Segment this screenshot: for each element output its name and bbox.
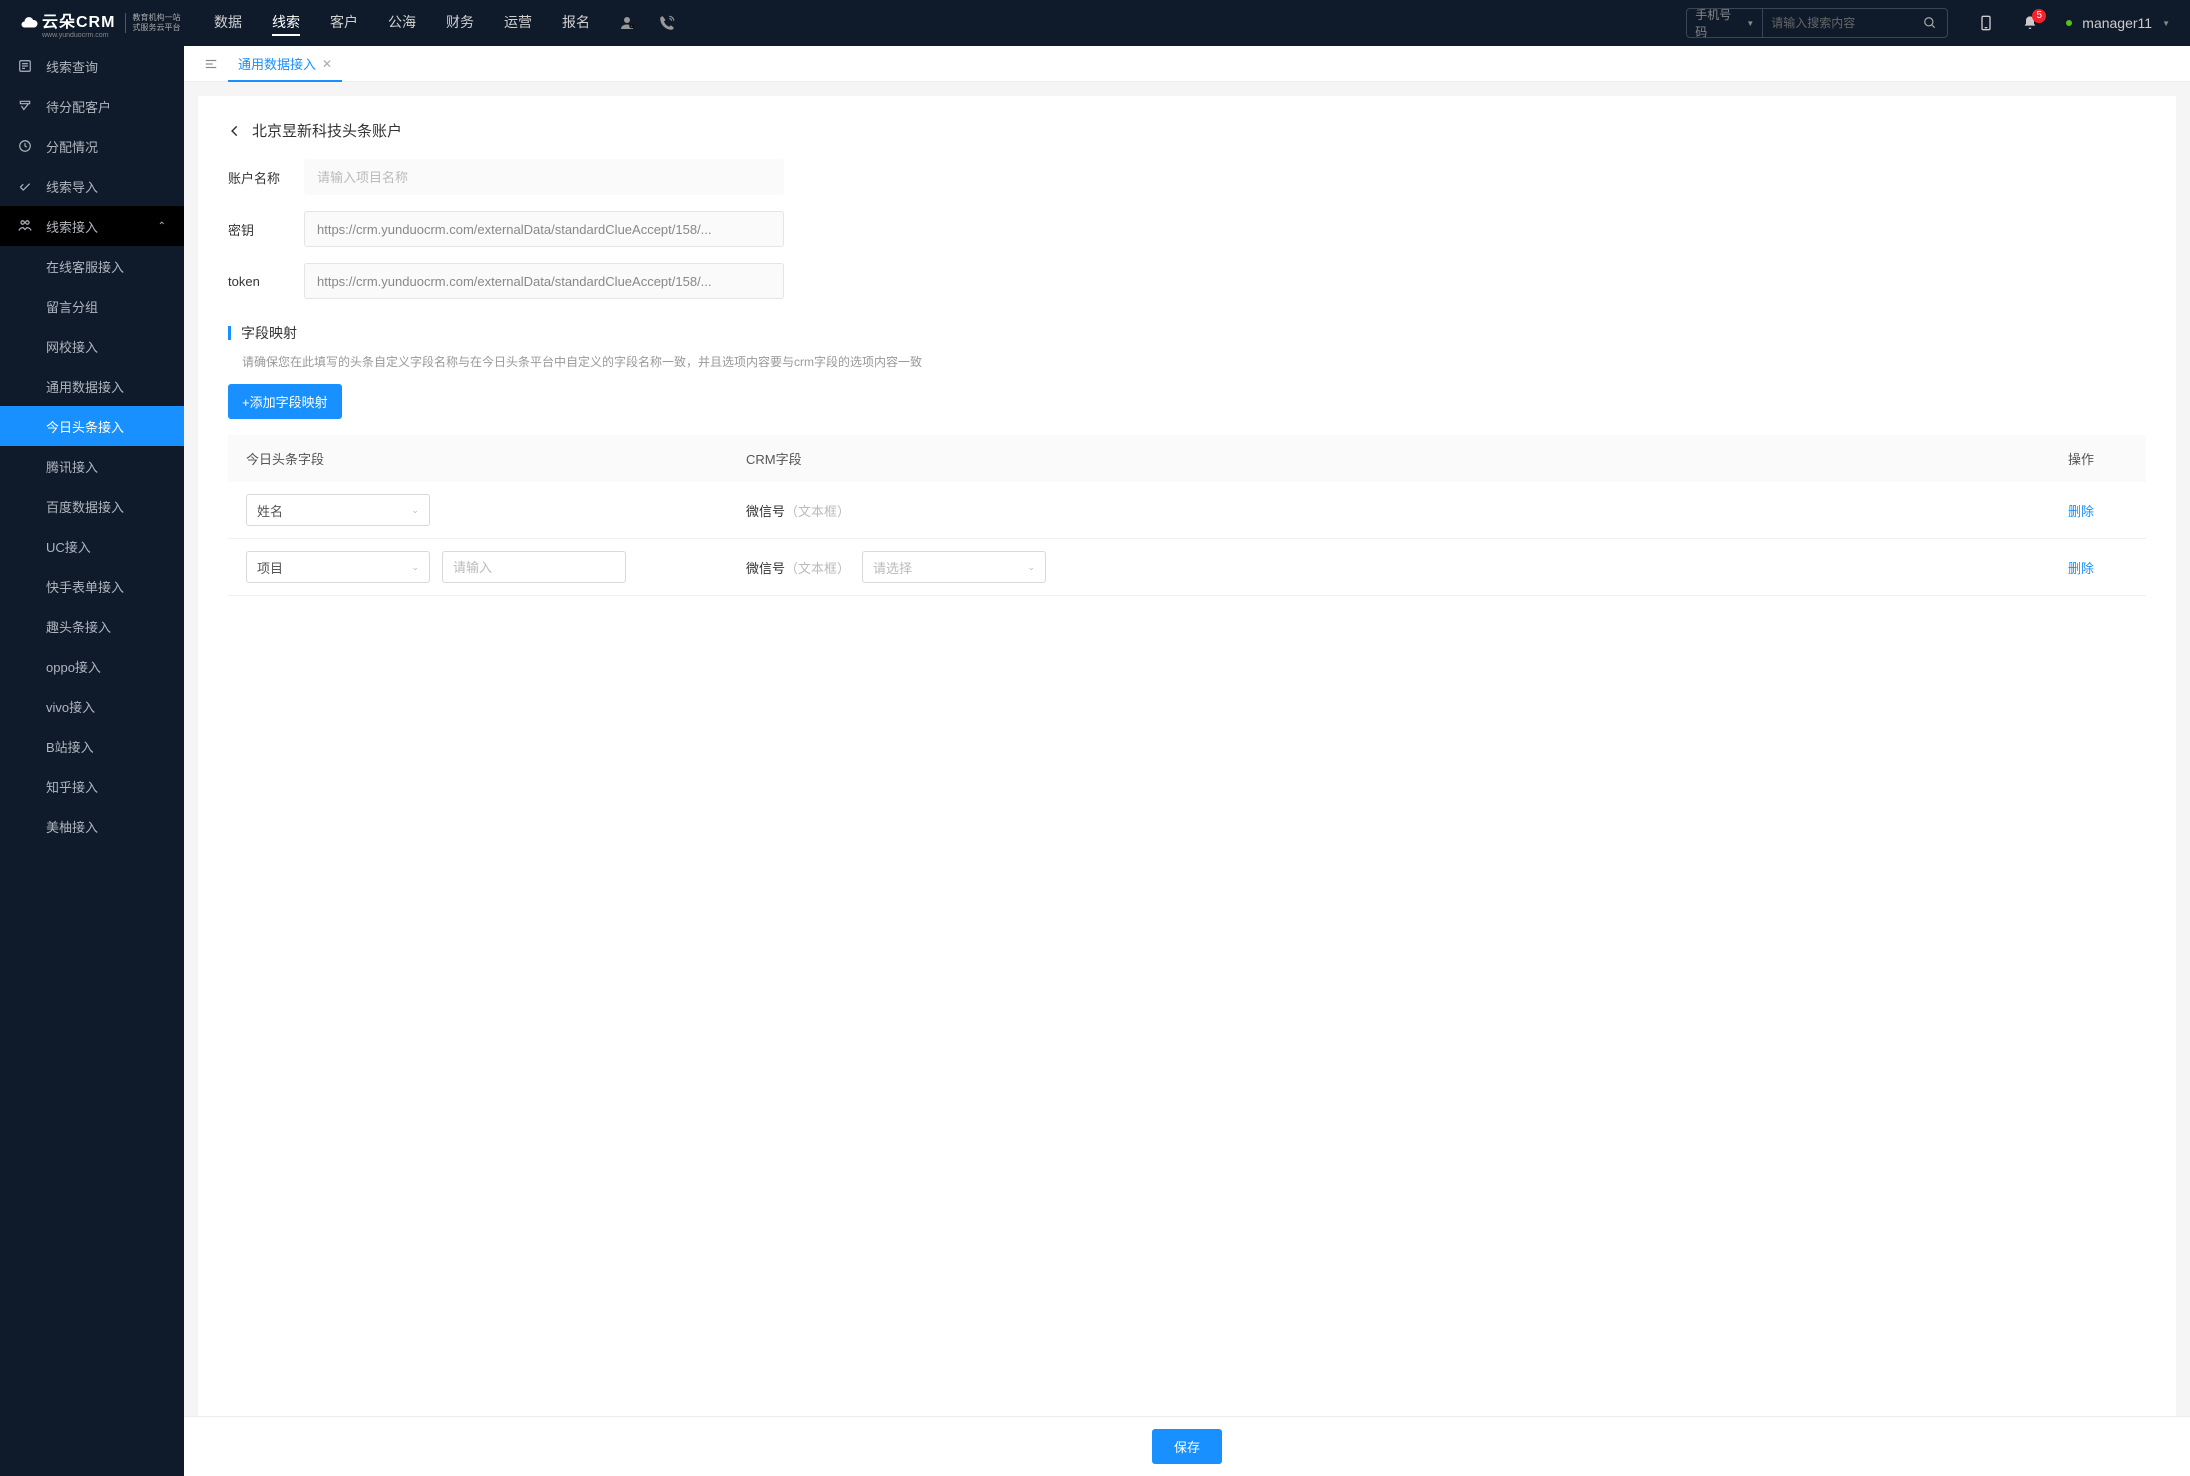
chevron-down-icon: ▼: [2162, 19, 2170, 28]
chevron-down-icon: ⌄: [411, 562, 419, 573]
chevron-left-icon: [228, 124, 242, 138]
sidebar-sub-item[interactable]: UC接入: [0, 526, 184, 566]
logo-url: www.yunduocrm.com: [42, 32, 115, 39]
bell-icon[interactable]: 5: [2022, 15, 2038, 31]
table-row: 项目⌄ 微信号（文本框） 请选择⌄ 删除: [228, 539, 2146, 596]
nav-item[interactable]: 客户: [330, 10, 358, 36]
chevron-icon: ⌃: [158, 221, 166, 232]
nav-item[interactable]: 公海: [388, 10, 416, 36]
sidebar-sub-item[interactable]: 通用数据接入: [0, 366, 184, 406]
chevron-down-icon: ⌄: [1027, 562, 1035, 573]
save-button[interactable]: 保存: [1152, 1429, 1222, 1464]
breadcrumb: 北京昱新科技头条账户: [228, 116, 2146, 159]
search-button[interactable]: [1913, 9, 1947, 37]
table-row: 姓名⌄ 微信号（文本框） 删除: [228, 482, 2146, 539]
col-header-action: 操作: [2068, 449, 2128, 468]
mobile-icon[interactable]: [1978, 15, 1994, 31]
svg-text:+: +: [630, 25, 632, 29]
secret-input[interactable]: [304, 211, 784, 247]
tab-toggle-icon[interactable]: [194, 57, 228, 71]
search-select[interactable]: 手机号码 ▼: [1687, 9, 1763, 37]
col-header-toutiao: 今日头条字段: [246, 449, 746, 468]
section-title: 字段映射: [241, 323, 297, 343]
chevron-down-icon: ⌄: [411, 505, 419, 516]
sidebar-item[interactable]: 线索导入: [0, 166, 184, 206]
add-mapping-button[interactable]: +添加字段映射: [228, 384, 342, 419]
crm-extra-select[interactable]: 请选择⌄: [862, 551, 1046, 583]
logo-brand: 云朵CRM: [42, 8, 115, 32]
footer-bar: 保存: [184, 1416, 2190, 1476]
tab-close-icon[interactable]: ✕: [322, 57, 332, 71]
sidebar-sub-item[interactable]: 今日头条接入: [0, 406, 184, 446]
nav-item[interactable]: 线索: [272, 10, 300, 36]
sidebar-item[interactable]: 线索查询: [0, 46, 184, 86]
crm-field-text: 微信号（文本框）: [746, 558, 850, 577]
sidebar-icon: [18, 139, 38, 153]
search-input[interactable]: [1763, 9, 1913, 37]
sidebar-sub-item[interactable]: vivo接入: [0, 686, 184, 726]
crm-field-text: 微信号（文本框）: [746, 501, 850, 520]
sidebar-sub-item[interactable]: 美柚接入: [0, 806, 184, 846]
top-header: 云朵CRM www.yunduocrm.com 教育机构一站 式服务云平台 数据…: [0, 0, 2190, 46]
account-label: 账户名称: [228, 168, 304, 187]
sidebar-sub-item[interactable]: 趣头条接入: [0, 606, 184, 646]
search-icon: [1923, 16, 1937, 30]
section-bar: [228, 326, 231, 340]
sidebar-sub-item[interactable]: 腾讯接入: [0, 446, 184, 486]
sidebar-icon: [18, 179, 38, 193]
sidebar-sub-item[interactable]: oppo接入: [0, 646, 184, 686]
nav-item[interactable]: 报名: [562, 10, 590, 36]
sidebar-sub-item[interactable]: 网校接入: [0, 326, 184, 366]
field-select[interactable]: 姓名⌄: [246, 494, 430, 526]
main-nav: 数据 线索 客户 公海 财务 运营 报名: [214, 10, 590, 36]
cloud-icon: [20, 14, 38, 32]
nav-item[interactable]: 数据: [214, 10, 242, 36]
col-header-crm: CRM字段: [746, 449, 2068, 468]
field-extra-input[interactable]: [442, 551, 626, 583]
account-input[interactable]: [304, 159, 784, 195]
nav-item[interactable]: 财务: [446, 10, 474, 36]
back-button[interactable]: [228, 124, 246, 138]
notification-badge: 5: [2032, 9, 2046, 23]
sidebar-icon: [18, 219, 38, 233]
tab-item[interactable]: 通用数据接入✕: [228, 46, 342, 82]
sidebar-item[interactable]: 线索接入⌃: [0, 206, 184, 246]
username: manager11: [2082, 15, 2152, 31]
mapping-table: 今日头条字段 CRM字段 操作 姓名⌄微信号（文本框）删除项目⌄微信号（文本框）…: [228, 435, 2146, 596]
page-title: 北京昱新科技头条账户: [252, 120, 402, 141]
delete-button[interactable]: 删除: [2068, 561, 2094, 576]
sidebar-item[interactable]: 待分配客户: [0, 86, 184, 126]
sidebar-sub-item[interactable]: 留言分组: [0, 286, 184, 326]
tab-bar: 通用数据接入✕: [184, 46, 2190, 82]
token-input[interactable]: [304, 263, 784, 299]
main-content: 通用数据接入✕ 北京昱新科技头条账户 账户名称 密钥 token 字段映射 请确…: [184, 46, 2190, 1476]
logo: 云朵CRM www.yunduocrm.com 教育机构一站 式服务云平台: [0, 0, 184, 46]
status-dot: [2066, 20, 2072, 26]
nav-item[interactable]: 运营: [504, 10, 532, 36]
sidebar-sub-item[interactable]: B站接入: [0, 726, 184, 766]
user-add-icon[interactable]: +: [618, 14, 636, 32]
field-select[interactable]: 项目⌄: [246, 551, 430, 583]
sidebar-sub-item[interactable]: 知乎接入: [0, 766, 184, 806]
user-menu[interactable]: manager11 ▼: [2066, 15, 2180, 31]
sidebar-sub-item[interactable]: 百度数据接入: [0, 486, 184, 526]
sidebar-icon: [18, 59, 38, 73]
sidebar: 线索查询待分配客户分配情况线索导入线索接入⌃在线客服接入留言分组网校接入通用数据…: [0, 46, 184, 1476]
delete-button[interactable]: 删除: [2068, 504, 2094, 519]
section-desc: 请确保您在此填写的头条自定义字段名称与在今日头条平台中自定义的字段名称一致，并且…: [228, 343, 2146, 384]
sidebar-sub-item[interactable]: 在线客服接入: [0, 246, 184, 286]
sidebar-item[interactable]: 分配情况: [0, 126, 184, 166]
sidebar-icon: [18, 99, 38, 113]
phone-icon[interactable]: [658, 14, 676, 32]
secret-label: 密钥: [228, 220, 304, 239]
token-label: token: [228, 274, 304, 289]
sidebar-sub-item[interactable]: 快手表单接入: [0, 566, 184, 606]
search-group: 手机号码 ▼: [1686, 8, 1948, 38]
